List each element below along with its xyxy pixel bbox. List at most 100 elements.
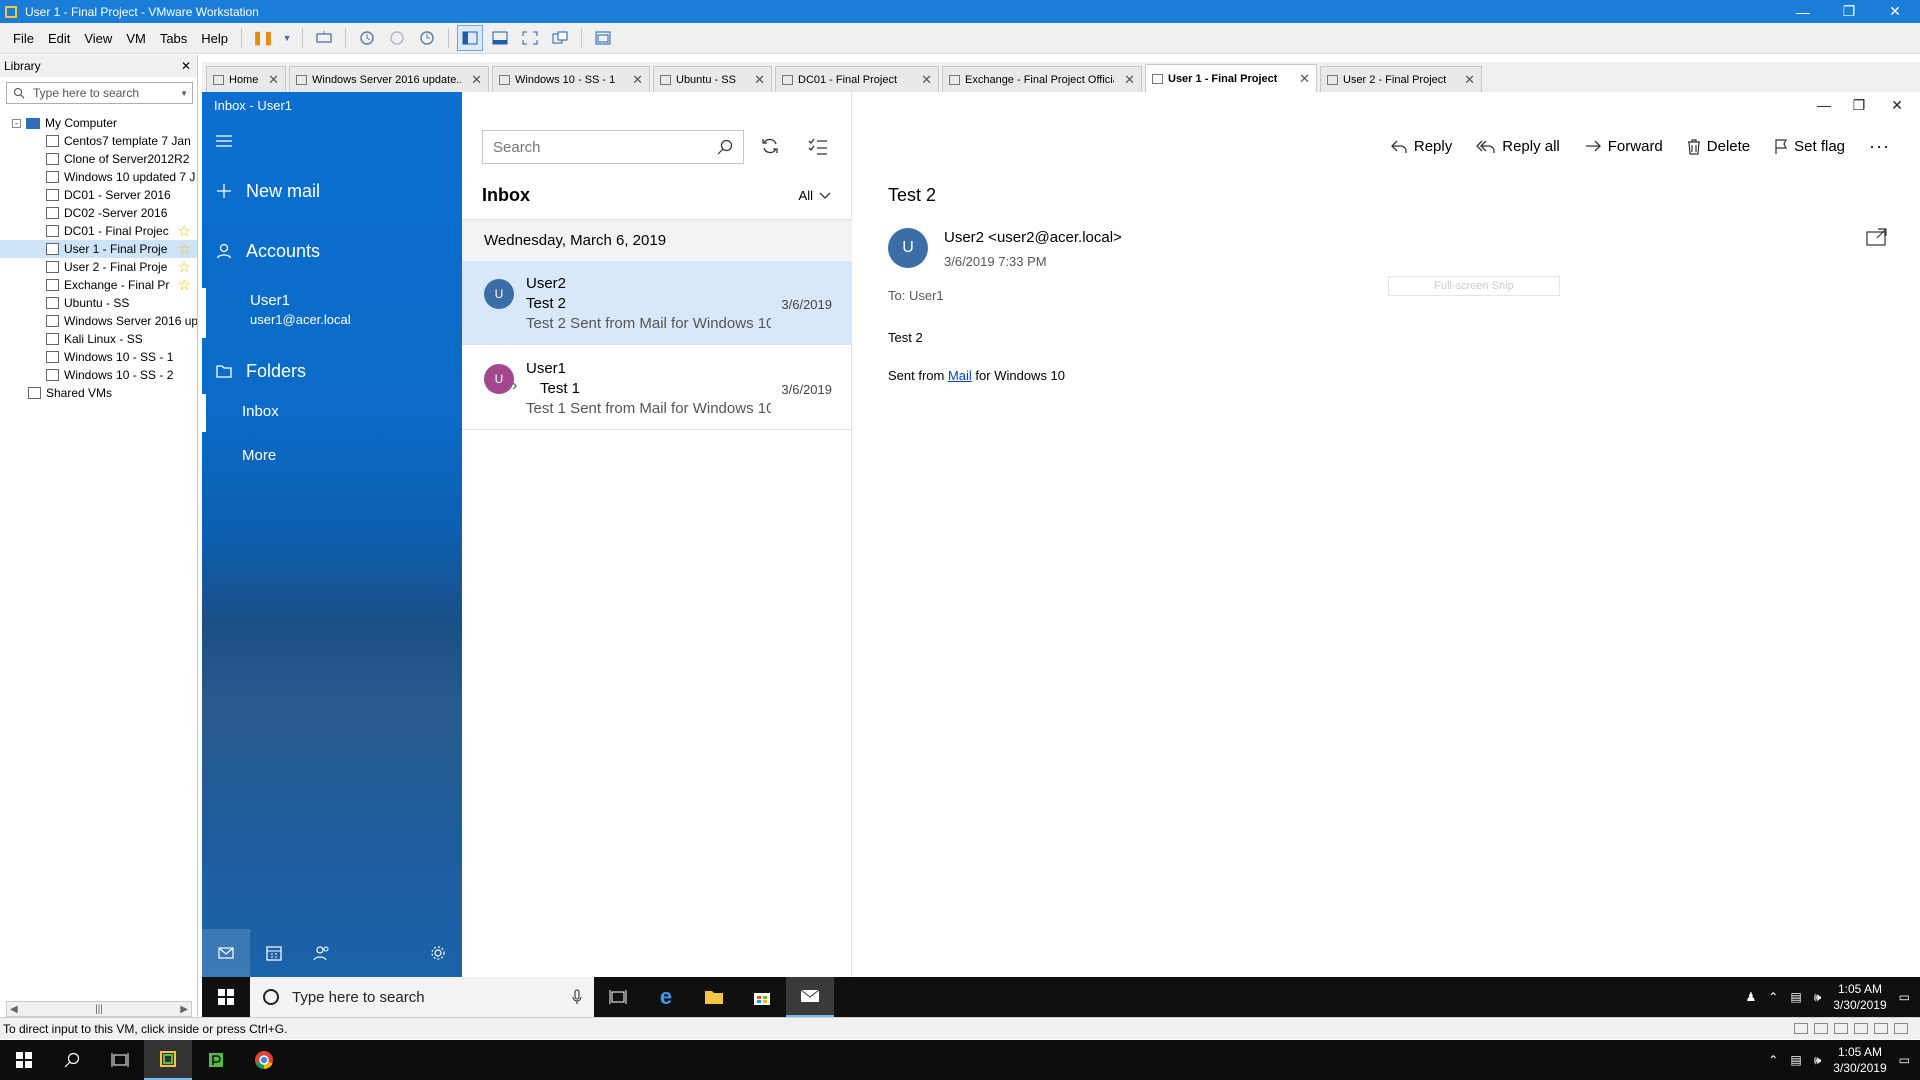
cd-drive-icon[interactable] bbox=[1814, 1023, 1828, 1034]
full-screen-icon[interactable] bbox=[517, 25, 543, 51]
favorite-star-icon[interactable]: ☆ bbox=[178, 276, 191, 294]
restore-icon[interactable]: ❐ bbox=[1826, 0, 1872, 23]
task-view-icon[interactable] bbox=[96, 1040, 144, 1080]
guest-screen[interactable]: Inbox - User1 New mail Accounts User1 us… bbox=[202, 92, 1920, 1017]
menu-help[interactable]: Help bbox=[194, 31, 235, 46]
tree-node-vm[interactable]: Windows 10 updated 7 J bbox=[0, 168, 197, 186]
menu-vm[interactable]: VM bbox=[119, 31, 153, 46]
library-search-input[interactable]: Type here to search ▼ bbox=[6, 82, 193, 104]
delete-button[interactable]: Delete bbox=[1687, 138, 1750, 155]
sound-card-icon[interactable] bbox=[1874, 1023, 1888, 1034]
tree-node-vm[interactable]: Windows 10 - SS - 1 bbox=[0, 348, 197, 366]
tree-node-vm[interactable]: Clone of Server2012R2 bbox=[0, 150, 197, 168]
reply-all-button[interactable]: Reply all bbox=[1476, 138, 1560, 155]
folders-button[interactable]: Folders bbox=[202, 352, 462, 390]
hamburger-button[interactable] bbox=[202, 122, 462, 160]
calendar-icon[interactable] bbox=[250, 929, 298, 977]
search-icon[interactable] bbox=[717, 139, 733, 155]
send-ctrl-alt-del-icon[interactable] bbox=[311, 25, 337, 51]
edge-browser-icon[interactable]: e bbox=[642, 977, 690, 1017]
menu-edit[interactable]: Edit bbox=[41, 31, 77, 46]
message-log-icon[interactable] bbox=[1894, 1023, 1908, 1034]
windows-start-icon[interactable] bbox=[0, 1040, 48, 1080]
vm-tab[interactable]: User 2 - Final Project ✕ bbox=[1320, 66, 1482, 92]
unity-icon[interactable] bbox=[547, 25, 573, 51]
mail-icon[interactable] bbox=[202, 929, 250, 977]
host-clock[interactable]: 1:05 AM 3/30/2019 bbox=[1833, 1044, 1886, 1076]
scroll-left-icon[interactable]: ◀ bbox=[10, 1004, 18, 1015]
tree-node-vm[interactable]: Ubuntu - SS bbox=[0, 294, 197, 312]
close-tab-icon[interactable]: ✕ bbox=[1114, 72, 1135, 88]
notifications-icon[interactable]: ▭ bbox=[1899, 1053, 1910, 1067]
vm-tab[interactable]: Windows Server 2016 update... ✕ bbox=[289, 66, 489, 92]
file-explorer-icon[interactable] bbox=[690, 977, 738, 1017]
action-center-icon[interactable]: ▭ bbox=[1899, 990, 1910, 1004]
favorite-star-icon[interactable]: ☆ bbox=[178, 258, 191, 276]
open-in-new-window-icon[interactable] bbox=[1866, 228, 1888, 246]
chevron-down-icon[interactable]: ▼ bbox=[180, 89, 188, 98]
chevron-up-icon[interactable]: ⌃ bbox=[1768, 1053, 1778, 1067]
forward-button[interactable]: Forward bbox=[1584, 138, 1663, 155]
accounts-button[interactable]: Accounts bbox=[202, 232, 462, 270]
network-adapter-icon[interactable] bbox=[1834, 1023, 1848, 1034]
vm-tab[interactable]: Home ✕ bbox=[206, 66, 286, 92]
close-icon[interactable]: ✕ bbox=[1872, 0, 1918, 23]
thread-chevron-icon[interactable]: › bbox=[512, 377, 517, 395]
putty-icon[interactable] bbox=[192, 1040, 240, 1080]
reply-button[interactable]: Reply bbox=[1390, 138, 1452, 155]
task-view-icon[interactable] bbox=[594, 977, 642, 1017]
search-icon[interactable] bbox=[48, 1040, 96, 1080]
tree-node-vm[interactable]: Windows Server 2016 up bbox=[0, 312, 197, 330]
people-icon[interactable] bbox=[298, 929, 346, 977]
new-mail-button[interactable]: New mail bbox=[202, 172, 462, 210]
menu-file[interactable]: File bbox=[6, 31, 41, 46]
snapshot-manager-icon[interactable] bbox=[414, 25, 440, 51]
favorite-star-icon[interactable]: ☆ bbox=[178, 240, 191, 258]
app-close-icon[interactable]: ✕ bbox=[1874, 92, 1920, 118]
settings-gear-icon[interactable] bbox=[414, 929, 462, 977]
people-icon[interactable]: ♟ bbox=[1746, 990, 1757, 1004]
snapshot-icon[interactable] bbox=[354, 25, 380, 51]
close-tab-icon[interactable]: ✕ bbox=[258, 72, 279, 88]
tree-node-vm[interactable]: DC01 - Final Projec ☆ bbox=[0, 222, 197, 240]
microphone-icon[interactable] bbox=[572, 989, 582, 1005]
message-list-item[interactable]: U User2 Test 2 Test 2 Sent from Mail for Wi… bbox=[462, 261, 852, 345]
close-tab-icon[interactable]: ✕ bbox=[1289, 71, 1310, 87]
folder-item-inbox[interactable]: Inbox bbox=[202, 394, 462, 432]
vmware-taskbar-icon[interactable] bbox=[144, 1040, 192, 1080]
tree-node-vm[interactable]: User 2 - Final Proje ☆ bbox=[0, 258, 197, 276]
set-flag-button[interactable]: Set flag bbox=[1774, 138, 1845, 155]
mail-search-input[interactable]: Search bbox=[482, 130, 744, 164]
mail-link[interactable]: Mail bbox=[948, 368, 972, 383]
revert-snapshot-icon[interactable] bbox=[384, 25, 410, 51]
vm-tab[interactable]: Windows 10 - SS - 1 ✕ bbox=[492, 66, 650, 92]
vm-tab[interactable]: DC01 - Final Project ✕ bbox=[775, 66, 939, 92]
minimize-icon[interactable]: — bbox=[1780, 0, 1826, 23]
volume-icon[interactable]: 🕪 bbox=[1814, 990, 1822, 1005]
sender-address[interactable]: User2 <user2@acer.local> bbox=[944, 229, 1122, 246]
network-icon[interactable]: ▤ bbox=[1790, 990, 1801, 1004]
close-tab-icon[interactable]: ✕ bbox=[744, 72, 765, 88]
tree-node-my-computer[interactable]: - My Computer bbox=[0, 114, 197, 132]
guest-clock[interactable]: 1:05 AM 3/30/2019 bbox=[1833, 981, 1886, 1013]
mail-app-taskbar-icon[interactable] bbox=[786, 977, 834, 1017]
chrome-icon[interactable] bbox=[240, 1040, 288, 1080]
chevron-down-icon[interactable]: ▼ bbox=[280, 25, 294, 51]
hard-disk-icon[interactable] bbox=[1794, 1023, 1808, 1034]
guest-search-box[interactable]: Type here to search bbox=[250, 977, 594, 1017]
library-horizontal-scrollbar[interactable]: ◀ ||| ▶ bbox=[6, 1001, 192, 1017]
recipient-line[interactable]: To: User1 bbox=[888, 288, 944, 303]
close-tab-icon[interactable]: ✕ bbox=[911, 72, 932, 88]
printer-icon[interactable] bbox=[1854, 1023, 1868, 1034]
chevron-up-icon[interactable]: ⌃ bbox=[1768, 990, 1778, 1004]
tree-node-shared-vms[interactable]: Shared VMs bbox=[0, 384, 197, 402]
close-library-icon[interactable]: ✕ bbox=[181, 59, 191, 73]
tree-node-vm[interactable]: Centos7 template 7 Jan bbox=[0, 132, 197, 150]
tree-node-vm[interactable]: Exchange - Final Pr ☆ bbox=[0, 276, 197, 294]
collapse-icon[interactable]: - bbox=[12, 118, 21, 128]
tree-node-vm[interactable]: Kali Linux - SS bbox=[0, 330, 197, 348]
store-icon[interactable] bbox=[738, 977, 786, 1017]
tree-node-vm[interactable]: Windows 10 - SS - 2 bbox=[0, 366, 197, 384]
network-icon[interactable]: ▤ bbox=[1790, 1053, 1801, 1067]
filter-dropdown[interactable]: All bbox=[799, 188, 831, 203]
